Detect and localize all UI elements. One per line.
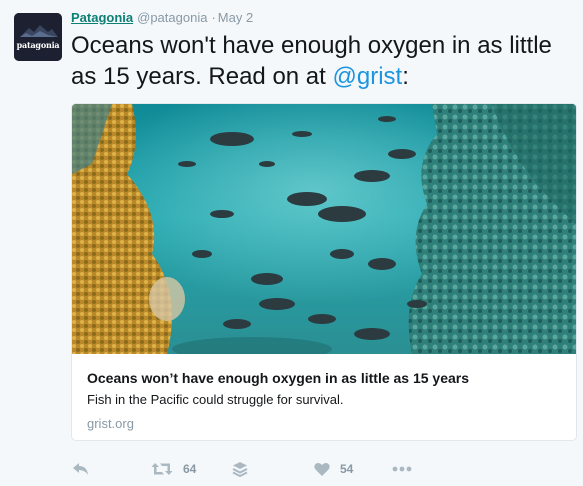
- mention-link[interactable]: @grist: [333, 63, 403, 90]
- card-description: Fish in the Pacific could struggle for s…: [87, 392, 344, 407]
- mountain-logo-icon: [14, 13, 62, 61]
- card-image: [72, 104, 576, 354]
- tweet-date[interactable]: May 2: [218, 10, 253, 25]
- separator-dot: ·: [211, 10, 216, 25]
- like-count: 54: [340, 462, 354, 476]
- tweet-text: Oceans won't have enough oxygen in as li…: [71, 30, 571, 92]
- tweet-text-end: :: [402, 63, 409, 90]
- heart-icon: [314, 462, 330, 476]
- retweet-icon: [151, 463, 173, 475]
- tweet-header: Patagonia @patagonia · May 2: [71, 10, 253, 26]
- buffer-icon: [232, 462, 248, 477]
- avatar[interactable]: patagonia: [14, 13, 62, 61]
- avatar-logo-text: patagonia: [16, 40, 60, 50]
- card-title[interactable]: Oceans won’t have enough oxygen in as li…: [87, 370, 469, 386]
- more-button[interactable]: [392, 459, 412, 479]
- like-button[interactable]: 54: [314, 459, 353, 479]
- buffer-button[interactable]: [232, 459, 248, 479]
- retweet-count: 64: [183, 462, 197, 476]
- author-handle[interactable]: @patagonia: [137, 10, 207, 25]
- author-name[interactable]: Patagonia: [71, 10, 133, 25]
- more-icon: [392, 466, 412, 472]
- tweet-text-main: Oceans won't have enough oxygen in as li…: [71, 32, 552, 90]
- card-domain: grist.org: [87, 416, 134, 431]
- reply-button[interactable]: [72, 459, 90, 479]
- link-card[interactable]: Oceans won’t have enough oxygen in as li…: [71, 103, 577, 441]
- reply-icon: [73, 463, 88, 475]
- retweet-button[interactable]: 64: [151, 459, 196, 479]
